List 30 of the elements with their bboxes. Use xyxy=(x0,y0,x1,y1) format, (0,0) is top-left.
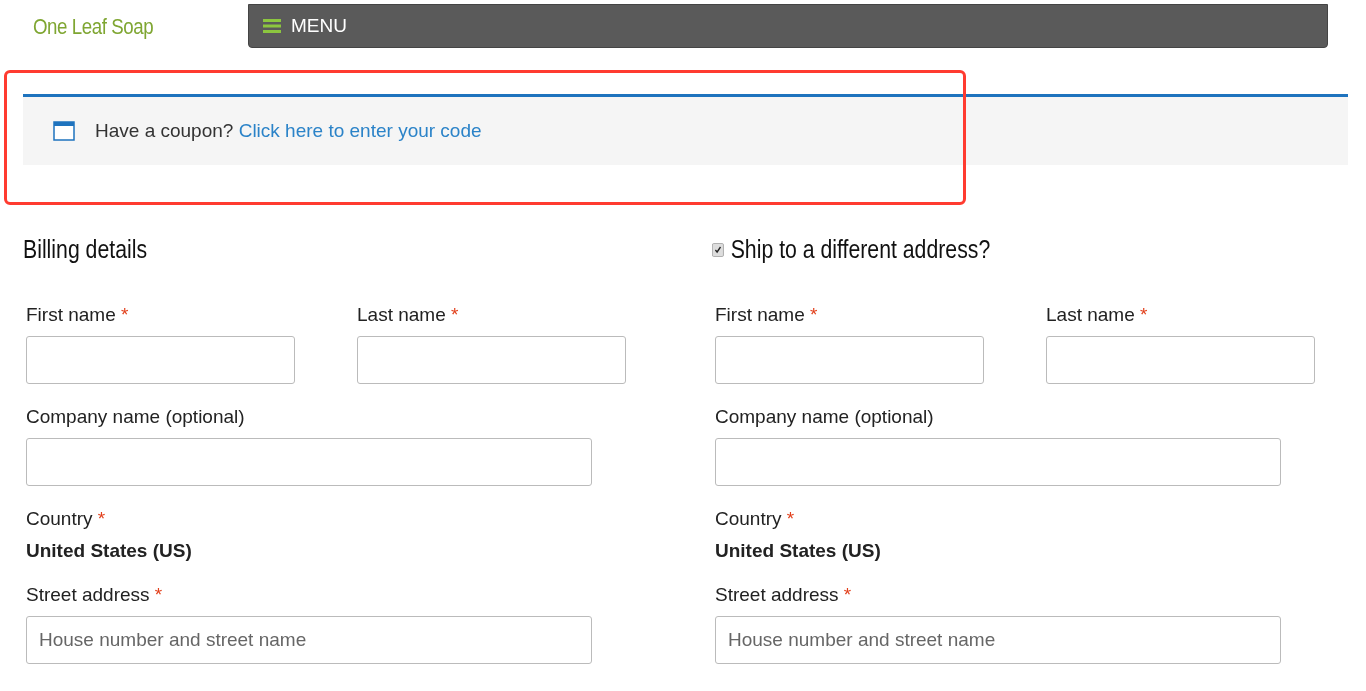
section-title: Billing details xyxy=(23,235,149,264)
country-value: United States (US) xyxy=(715,540,882,562)
text-field[interactable]: House number and street name xyxy=(26,616,592,664)
checkbox[interactable] xyxy=(712,242,724,257)
text-field[interactable] xyxy=(357,336,626,384)
field-label: Street address * xyxy=(715,584,853,606)
field-label: Country * xyxy=(26,508,107,530)
section-title: Ship to a different address? xyxy=(730,235,991,264)
menu-icon xyxy=(263,19,281,33)
text-field[interactable] xyxy=(715,438,1281,486)
menu-button[interactable]: MENU xyxy=(263,15,347,37)
text-field[interactable] xyxy=(715,336,984,384)
check-icon xyxy=(714,245,722,254)
field-label: Last name * xyxy=(1046,304,1149,326)
field-label: Street address * xyxy=(26,584,164,606)
field-label: First name * xyxy=(715,304,819,326)
text-field[interactable] xyxy=(26,438,592,486)
coupon-link[interactable]: Click here to enter your code xyxy=(238,120,482,141)
window-icon xyxy=(53,121,75,141)
text-field[interactable] xyxy=(1046,336,1315,384)
field-label: Company name (optional) xyxy=(26,406,246,428)
field-label: Country * xyxy=(715,508,796,530)
site-logo[interactable]: One Leaf Soap xyxy=(33,14,216,40)
text-field[interactable]: House number and street name xyxy=(715,616,1281,664)
country-value: United States (US) xyxy=(26,540,193,562)
text-field[interactable] xyxy=(26,336,295,384)
field-label: Last name * xyxy=(357,304,460,326)
field-label: Company name (optional) xyxy=(715,406,935,428)
coupon-message: Have a coupon? Click here to enter your code xyxy=(95,120,482,142)
field-label: First name * xyxy=(26,304,130,326)
